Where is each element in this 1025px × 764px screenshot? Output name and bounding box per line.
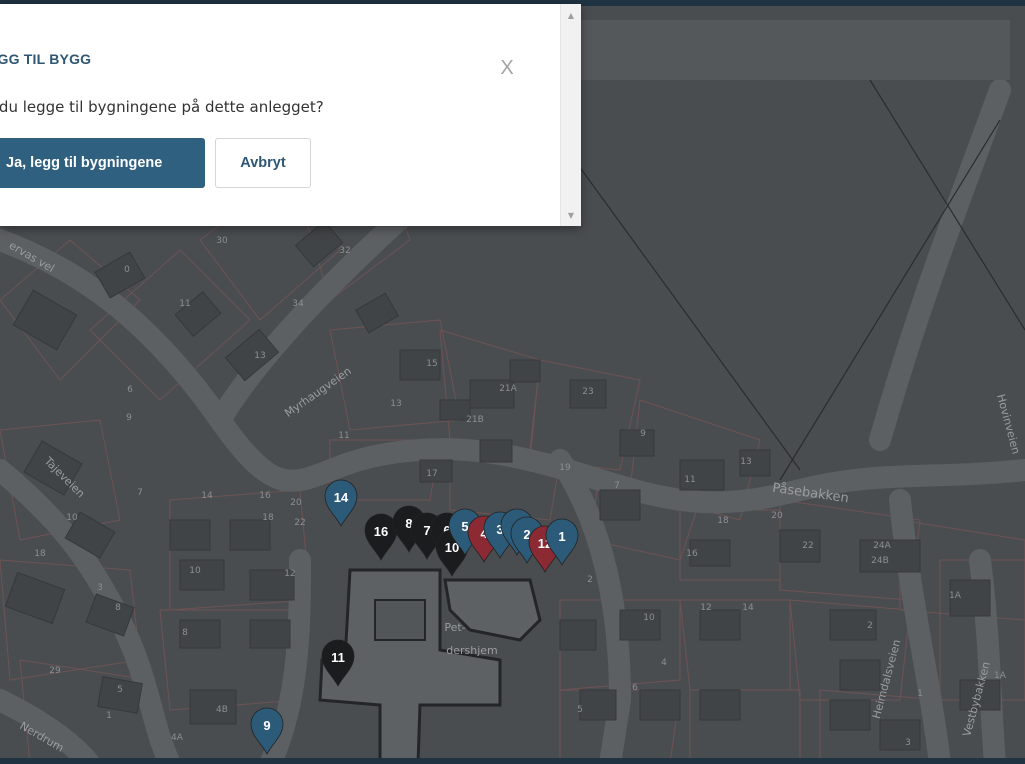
house-number: 18	[262, 513, 274, 523]
house-number: 13	[254, 351, 265, 361]
building-34	[639, 689, 681, 721]
scroll-up-icon[interactable]: ▲	[561, 8, 581, 24]
marker-label: 11	[331, 650, 345, 665]
house-number: 3	[905, 738, 911, 748]
house-number: 18	[34, 549, 46, 559]
house-number: 8	[115, 603, 121, 613]
scroll-down-icon[interactable]: ▼	[561, 208, 581, 224]
house-number: 11	[179, 299, 190, 309]
marker-label: 5	[461, 519, 468, 534]
house-number: 13	[390, 399, 401, 409]
house-number: 11	[338, 431, 349, 441]
house-number: 14	[742, 603, 754, 613]
house-number: 2	[867, 621, 873, 631]
marker-label: 7	[423, 523, 430, 538]
house-number: 30	[216, 236, 228, 246]
dialog-message: l du legge til bygningene på dette anleg…	[0, 98, 324, 116]
house-number: 32	[339, 246, 350, 256]
building-43	[479, 439, 513, 463]
house-number: 24B	[871, 556, 889, 566]
house-number: 4	[661, 658, 667, 668]
house-number: 11	[684, 475, 695, 485]
house-number: 10	[643, 613, 655, 623]
building-35	[699, 689, 741, 721]
house-number: 10	[189, 566, 201, 576]
house-number: 1A	[994, 671, 1007, 681]
building-15	[779, 529, 821, 563]
marker-label: 9	[263, 718, 270, 733]
house-number: 9	[640, 429, 646, 439]
building-37	[839, 659, 881, 691]
house-number: 4B	[216, 705, 228, 715]
house-number: 34	[292, 299, 304, 309]
building-29	[189, 689, 237, 725]
place-label: Pet-	[444, 621, 465, 634]
house-number: 8	[182, 628, 188, 638]
close-icon[interactable]: X	[497, 56, 517, 80]
marker-label: 16	[374, 524, 388, 539]
house-number: 21B	[466, 415, 484, 425]
house-number: 1	[106, 711, 112, 721]
house-number: 22	[294, 518, 305, 528]
house-number: 7	[137, 488, 143, 498]
house-number: 12	[700, 603, 711, 613]
house-number: 16	[686, 549, 698, 559]
bottom-bar	[0, 758, 1025, 764]
house-number: 4A	[171, 733, 184, 743]
building-10	[619, 429, 655, 457]
house-number: 16	[259, 491, 271, 501]
house-number: 1A	[949, 591, 962, 601]
building-38	[829, 699, 871, 731]
house-number: 18	[717, 516, 729, 526]
confirm-add-buildings-button[interactable]: Ja, legg til bygningene	[0, 138, 205, 188]
house-number: 20	[771, 511, 783, 521]
house-number: 20	[290, 498, 302, 508]
house-number: 13	[740, 457, 751, 467]
add-buildings-dialog: EGG TIL BYGG X l du legge til bygningene…	[0, 4, 581, 226]
facility-courtyard	[374, 599, 426, 641]
house-number: 15	[426, 359, 437, 369]
house-number: 23	[582, 387, 593, 397]
house-number: 5	[577, 705, 583, 715]
place-label: dershjem	[446, 644, 498, 657]
house-number: 9	[126, 413, 132, 423]
house-number: 7	[614, 481, 620, 491]
house-number: 14	[201, 491, 213, 501]
building-23	[249, 619, 291, 649]
house-number: 5	[117, 685, 123, 695]
house-number: 6	[127, 385, 133, 395]
house-number: 3	[97, 583, 103, 593]
building-8	[509, 359, 541, 383]
building-28	[97, 676, 143, 714]
marker-label: 14	[334, 490, 349, 505]
house-number: 24A	[873, 541, 891, 551]
dialog-title: EGG TIL BYGG	[0, 51, 92, 67]
building-18	[169, 519, 211, 551]
house-number: 10	[66, 513, 78, 523]
house-number: 17	[426, 469, 437, 479]
house-number: 6	[632, 683, 638, 693]
building-30	[559, 619, 597, 651]
house-number: 22	[802, 541, 813, 551]
house-number: 2	[587, 575, 593, 585]
house-number: 29	[49, 666, 61, 676]
marker-label: 1	[558, 529, 565, 544]
building-32	[699, 609, 741, 641]
building-19	[229, 519, 271, 551]
house-number: 1	[917, 689, 923, 699]
building-13	[599, 489, 641, 521]
cancel-button[interactable]: Avbryt	[215, 138, 311, 188]
house-number: 12	[284, 569, 295, 579]
map-toolbar-area	[560, 20, 1010, 80]
house-number: 19	[559, 463, 571, 473]
building-20	[179, 559, 225, 591]
building-39	[879, 719, 921, 751]
building-33	[579, 689, 617, 721]
dialog-scrollbar[interactable]: ▲ ▼	[560, 4, 581, 226]
house-number: 0	[124, 265, 130, 275]
house-number: 21A	[499, 384, 517, 394]
